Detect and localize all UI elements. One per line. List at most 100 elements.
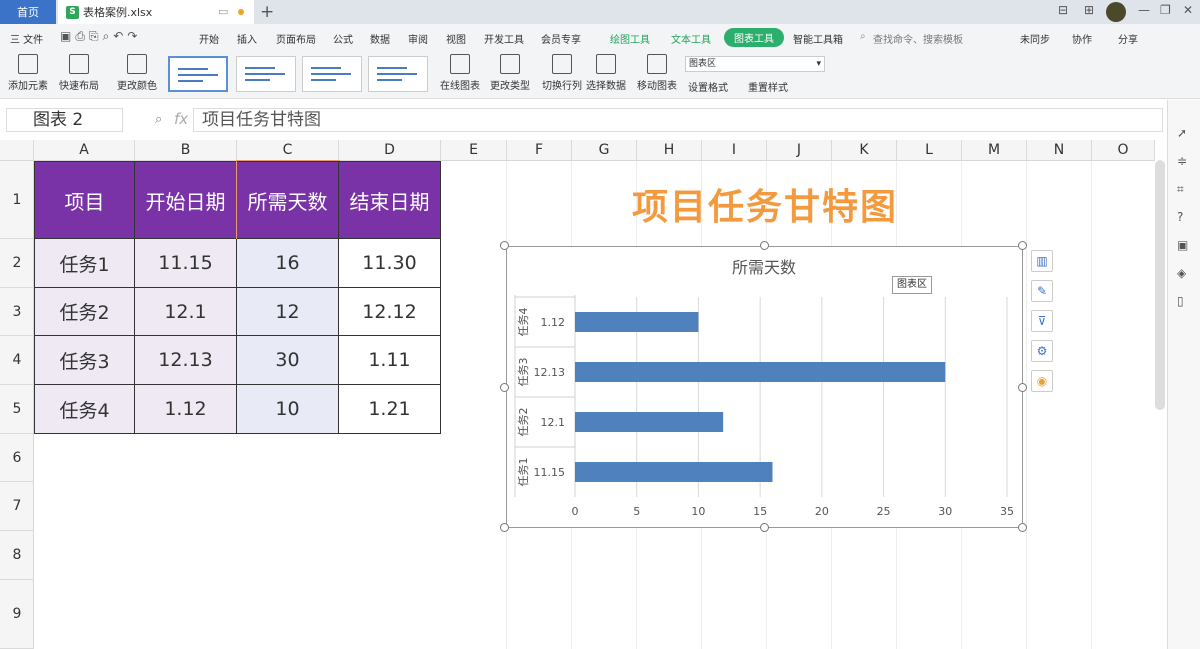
cursor-select-icon[interactable]: ➚ [1177,126,1191,140]
column-header[interactable]: B [135,140,237,161]
change-color-button[interactable]: 更改颜色 [117,54,157,92]
row-header[interactable]: 6 [0,434,34,482]
resize-handle[interactable] [760,241,769,250]
row-header[interactable]: 5 [0,385,34,434]
table-cell[interactable]: 12.1 [135,288,237,336]
resize-handle[interactable] [1018,383,1027,392]
menu-formula[interactable]: 公式 [333,31,353,46]
column-header[interactable]: J [767,140,832,161]
chart-settings-gear-icon[interactable]: ⚙ [1031,340,1053,362]
table-cell[interactable]: 12.12 [339,288,441,336]
grid-apps-icon[interactable]: ⊞ [1084,3,1094,17]
table-cell[interactable]: 任务3 [34,336,135,385]
command-search[interactable]: 查找命令、搜索模板 [873,31,963,46]
set-format-button[interactable]: 设置格式 [688,79,728,94]
image-icon[interactable]: ▣ [1177,238,1191,252]
switch-row-col-button[interactable]: 切换行列 [542,54,582,92]
sync-status[interactable]: 未同步 [1020,31,1050,46]
sliders-icon[interactable]: ≑ [1177,154,1191,168]
menu-member[interactable]: 会员专享 [541,31,581,46]
column-header[interactable]: D [339,140,441,161]
quick-layout-button[interactable]: 快速布局 [59,54,99,92]
row-header[interactable]: 3 [0,288,34,336]
row-header[interactable]: 9 [0,580,34,649]
resize-handle[interactable] [1018,241,1027,250]
column-header[interactable]: F [507,140,572,161]
book-icon[interactable]: ▯ [1177,294,1191,308]
add-element-button[interactable]: 添加元素 [8,54,48,92]
menu-start[interactable]: 开始 [199,31,219,46]
column-header[interactable]: H [637,140,702,161]
row-header[interactable]: 7 [0,482,34,531]
formula-input[interactable]: 项目任务甘特图 [193,108,1163,132]
tab-drawing-tools[interactable]: 绘图工具 [610,31,650,46]
header-cell[interactable]: 结束日期 [339,161,441,239]
table-cell[interactable]: 11.30 [339,239,441,288]
new-tab-button[interactable]: + [260,0,274,24]
chart-elements-icon[interactable]: ▥ [1031,250,1053,272]
chart-area[interactable]: 所需天数 0 5 10 15 20 25 30 35 任务1 11.15 任务2 12.1 任务3 12.1… [506,246,1023,528]
chart-element-select[interactable]: 图表区 ▾ [685,56,825,72]
resize-handle[interactable] [760,523,769,532]
select-data-button[interactable]: 选择数据 [586,54,626,92]
resize-handle[interactable] [1018,523,1027,532]
resize-handle[interactable] [500,523,509,532]
chart-style-2[interactable] [236,56,296,92]
table-cell[interactable]: 任务1 [34,239,135,288]
online-chart-button[interactable]: 在线图表 [440,54,480,92]
menu-review[interactable]: 审阅 [408,31,428,46]
chart-style-4[interactable] [368,56,428,92]
table-cell[interactable]: 1.11 [339,336,441,385]
menu-data[interactable]: 数据 [370,31,390,46]
column-header[interactable]: O [1092,140,1155,161]
fx-icon[interactable]: fx [174,110,188,128]
table-cell[interactable]: 16 [237,239,339,288]
table-cell[interactable]: 1.21 [339,385,441,434]
minimize-icon[interactable]: — [1138,3,1150,17]
name-box[interactable]: 图表 2 [6,108,123,132]
chart-style-brush-icon[interactable]: ✎ [1031,280,1053,302]
menu-view[interactable]: 视图 [446,31,466,46]
collaborate-button[interactable]: 协作 [1072,31,1092,46]
table-cell[interactable]: 任务2 [34,288,135,336]
menu-insert[interactable]: 插入 [237,31,257,46]
table-cell[interactable]: 12 [237,288,339,336]
column-header[interactable]: K [832,140,897,161]
table-cell[interactable]: 30 [237,336,339,385]
change-type-button[interactable]: 更改类型 [490,54,530,92]
restore-icon[interactable]: ❐ [1160,3,1171,17]
column-header[interactable]: C [237,140,339,161]
column-header[interactable]: L [897,140,962,161]
column-header[interactable]: E [441,140,507,161]
chart-style-1[interactable] [168,56,228,92]
sheet-title[interactable]: 项目任务甘特图 [560,178,970,230]
select-all-corner[interactable] [0,140,34,161]
column-header[interactable]: G [572,140,637,161]
tab-text-tools[interactable]: 文本工具 [671,31,711,46]
monitor-icon[interactable]: ▭ [218,5,228,18]
column-header[interactable]: M [962,140,1027,161]
tab-smart-toolbox[interactable]: 智能工具箱 [793,31,843,46]
header-cell[interactable]: 所需天数 [236,160,340,240]
resize-handle[interactable] [500,241,509,250]
column-header[interactable]: I [702,140,767,161]
table-cell[interactable]: 任务4 [34,385,135,434]
header-cell[interactable]: 项目 [34,161,135,239]
chart-tips-bulb-icon[interactable]: ◉ [1031,370,1053,392]
avatar[interactable] [1106,2,1126,22]
move-chart-button[interactable]: 移动图表 [637,54,677,92]
location-icon[interactable]: ◈ [1177,266,1191,280]
help-icon[interactable]: ? [1177,210,1191,224]
chart-style-3[interactable] [302,56,362,92]
share-button[interactable]: 分享 [1118,31,1138,46]
table-cell[interactable]: 11.15 [135,239,237,288]
table-cell[interactable]: 1.12 [135,385,237,434]
menu-developer[interactable]: 开发工具 [484,31,524,46]
reset-style-button[interactable]: 重置样式 [748,79,788,94]
crop-icon[interactable]: ⌗ [1177,182,1191,196]
header-cell[interactable]: 开始日期 [135,161,237,239]
table-cell[interactable]: 12.13 [135,336,237,385]
file-menu[interactable]: 三 文件 [10,31,43,46]
tab-chart-tools[interactable]: 图表工具 [724,28,784,47]
row-header[interactable]: 1 [0,161,34,239]
